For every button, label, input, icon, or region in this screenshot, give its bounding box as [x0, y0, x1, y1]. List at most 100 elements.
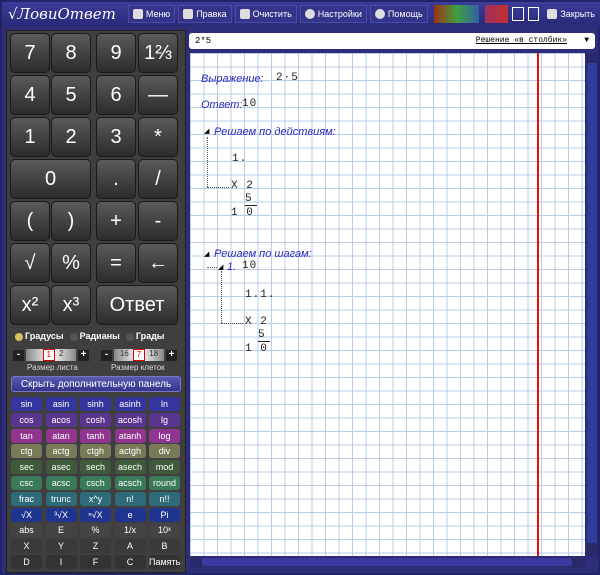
func-key[interactable]: n!!	[149, 491, 180, 506]
func-key[interactable]: %	[80, 523, 111, 538]
func-key[interactable]: B	[149, 539, 180, 554]
key-0[interactable]: 7	[10, 33, 50, 73]
key-4[interactable]: 4	[10, 75, 50, 115]
func-key[interactable]: X	[11, 539, 42, 554]
func-key[interactable]: ³√X	[45, 507, 77, 522]
func-key[interactable]: sec	[11, 460, 42, 475]
key-8[interactable]: 1	[10, 117, 50, 157]
key-13[interactable]: .	[96, 159, 136, 199]
func-key[interactable]: asech	[114, 460, 146, 475]
key-10[interactable]: 3	[96, 117, 136, 157]
key-20[interactable]: %	[51, 243, 91, 283]
func-key[interactable]: √X	[11, 507, 42, 522]
edit-button[interactable]: Правка	[178, 5, 232, 23]
key-17[interactable]: +	[96, 201, 136, 241]
func-key[interactable]: sinh	[80, 397, 111, 411]
expression-input[interactable]: 2*5 Решение «в столбик» ▼	[189, 33, 595, 49]
cell-size-stepper[interactable]: - 16 7 18 +	[101, 349, 177, 361]
func-key[interactable]: abs	[11, 523, 42, 538]
hide-panel-button[interactable]: Скрыть дополнительную панель	[11, 376, 181, 392]
func-key[interactable]: round	[149, 476, 180, 490]
func-key[interactable]: div	[149, 444, 180, 459]
minimize-button[interactable]	[511, 7, 524, 21]
func-key[interactable]: Pi	[149, 507, 180, 522]
collapse-icon[interactable]: ◢	[204, 250, 209, 258]
func-key[interactable]: atan	[45, 428, 77, 443]
key-14[interactable]: /	[138, 159, 178, 199]
key-9[interactable]: 2	[51, 117, 91, 157]
horizontal-scrollbar[interactable]	[190, 557, 585, 567]
func-key[interactable]: trunc	[45, 491, 77, 506]
key-7[interactable]: —	[138, 75, 178, 115]
collapse-icon[interactable]: ◢	[218, 263, 223, 271]
cell-plus-button[interactable]: +	[166, 349, 177, 361]
cell-minus-button[interactable]: -	[101, 349, 112, 361]
key-1[interactable]: 8	[51, 33, 91, 73]
func-key[interactable]: acsc	[45, 476, 77, 490]
key-2[interactable]: 9	[96, 33, 136, 73]
scroll-thumb[interactable]	[587, 63, 597, 543]
func-key[interactable]: cosh	[80, 412, 111, 427]
collapse-icon[interactable]: ◢	[204, 127, 209, 135]
func-key[interactable]: acos	[45, 412, 77, 427]
func-key[interactable]: Память	[149, 555, 180, 569]
help-button[interactable]: Помощь	[369, 5, 428, 23]
func-key[interactable]: asinh	[114, 397, 146, 411]
sheet-minus-button[interactable]: -	[13, 349, 24, 361]
func-key[interactable]: F	[80, 555, 111, 569]
radio-radians[interactable]: Радианы	[69, 331, 120, 341]
func-key[interactable]: asec	[45, 460, 77, 475]
key-5[interactable]: 5	[51, 75, 91, 115]
key-11[interactable]: *	[138, 117, 178, 157]
key-21[interactable]: =	[96, 243, 136, 283]
func-key[interactable]: atanh	[114, 428, 146, 443]
func-key[interactable]: sech	[80, 460, 111, 475]
func-key[interactable]: ctgh	[80, 444, 111, 459]
func-key[interactable]: asin	[45, 397, 77, 411]
sheet-plus-button[interactable]: +	[78, 349, 89, 361]
key-23[interactable]: x²	[10, 285, 50, 325]
theme-color-bar-2[interactable]	[485, 5, 508, 23]
func-key[interactable]: e	[114, 507, 146, 522]
sheet-size-stepper[interactable]: - 12 +	[13, 349, 89, 361]
func-key[interactable]: Z	[80, 539, 111, 554]
solution-mode-select[interactable]: Решение «в столбик»	[476, 33, 567, 49]
func-key[interactable]: acosh	[114, 412, 146, 427]
key-12[interactable]: 0	[10, 159, 91, 199]
key-25[interactable]: Ответ	[96, 285, 178, 325]
func-key[interactable]: cos	[11, 412, 42, 427]
radio-degrees[interactable]: Градусы	[15, 331, 64, 341]
vertical-scrollbar[interactable]	[586, 53, 598, 556]
func-key[interactable]: mod	[149, 460, 180, 475]
func-key[interactable]: frac	[11, 491, 42, 506]
func-key[interactable]: x^y	[80, 491, 111, 506]
func-key[interactable]: D	[11, 555, 42, 569]
key-22[interactable]: ←	[138, 243, 178, 283]
close-button[interactable]: Закрыть	[543, 5, 599, 23]
maximize-button[interactable]	[527, 7, 540, 21]
func-key[interactable]: csc	[11, 476, 42, 490]
func-key[interactable]: ln	[149, 397, 180, 411]
radio-grads[interactable]: Грады	[125, 331, 165, 341]
func-key[interactable]: Y	[45, 539, 77, 554]
menu-button[interactable]: Меню	[127, 5, 176, 23]
func-key[interactable]: log	[149, 428, 180, 443]
func-key[interactable]: n!	[114, 491, 146, 506]
func-key[interactable]: ⁿ√X	[80, 507, 111, 522]
func-key[interactable]: ctg	[11, 444, 42, 459]
func-key[interactable]: actgh	[114, 444, 146, 459]
func-key[interactable]: 10ˣ	[149, 523, 180, 538]
settings-button[interactable]: Настройки	[299, 5, 367, 23]
func-key[interactable]: actg	[45, 444, 77, 459]
func-key[interactable]: E	[45, 523, 77, 538]
func-key[interactable]: C	[114, 555, 146, 569]
chevron-down-icon[interactable]: ▼	[584, 33, 589, 49]
func-key[interactable]: tanh	[80, 428, 111, 443]
key-24[interactable]: x³	[51, 285, 91, 325]
scroll-thumb[interactable]	[202, 558, 572, 566]
func-key[interactable]: acsch	[114, 476, 146, 490]
key-6[interactable]: 6	[96, 75, 136, 115]
func-key[interactable]: csch	[80, 476, 111, 490]
clear-button[interactable]: Очистить	[234, 5, 297, 23]
func-key[interactable]: 1/x	[114, 523, 146, 538]
